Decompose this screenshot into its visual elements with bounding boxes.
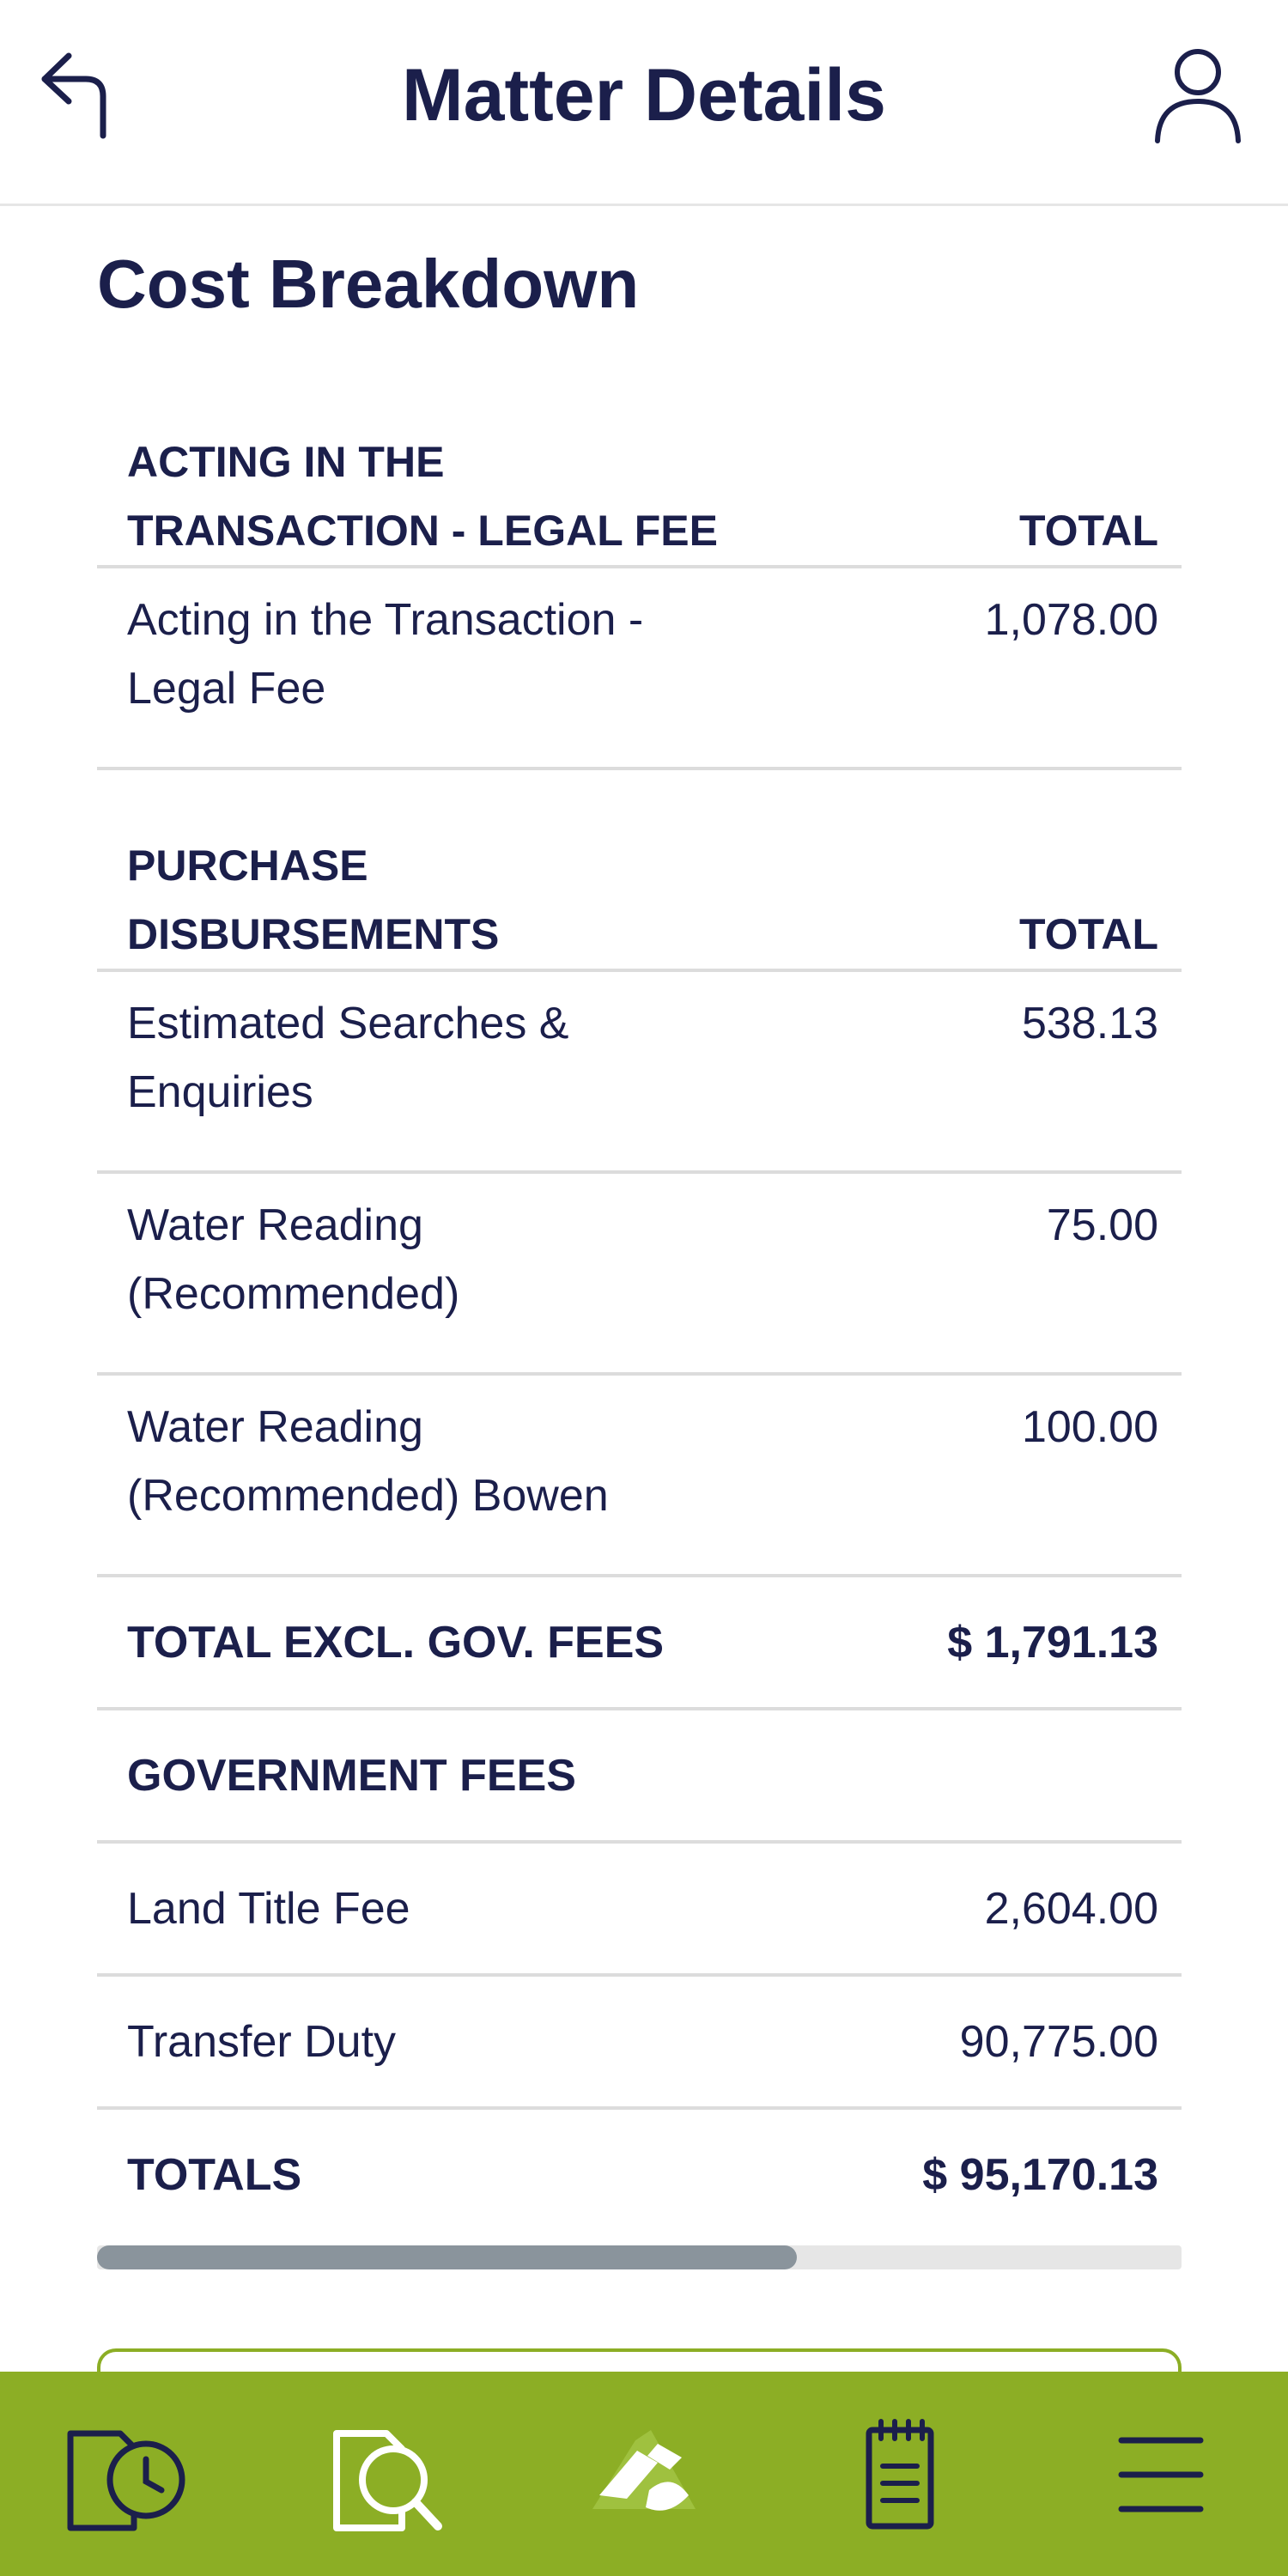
- notepad-icon[interactable]: [833, 2406, 970, 2543]
- row-label: Acting in the Transaction - Legal Fee: [127, 586, 780, 723]
- total-excl-value: $ 1,791.13: [947, 1618, 1158, 1668]
- row-label: Estimated Searches & Enquiries: [127, 989, 780, 1127]
- row-label: Water Reading (Recommended) Bowen: [127, 1393, 780, 1530]
- menu-icon[interactable]: [1091, 2406, 1228, 2543]
- legal-fee-header-row: ACTING IN THE TRANSACTION - LEGAL FEE TO…: [97, 378, 1182, 568]
- row-label-line2: Enquiries: [127, 1067, 313, 1117]
- disbursements-header: PURCHASE DISBURSEMENTS: [127, 831, 780, 969]
- totals-value: $ 95,170.13: [922, 2150, 1158, 2200]
- totals-label: TOTALS: [127, 2150, 302, 2200]
- row-value: 90,775.00: [959, 2017, 1158, 2067]
- row-value: 538.13: [1021, 999, 1158, 1048]
- page-title: Matter Details: [402, 54, 886, 137]
- table-row: Water Reading (Recommended) Bowen 100.00: [97, 1376, 1182, 1577]
- row-label-line1: Water Reading: [127, 1200, 423, 1250]
- legal-fee-header-line1: ACTING IN THE: [127, 438, 445, 486]
- scrollbar-thumb[interactable]: [97, 2245, 797, 2269]
- row-label: Land Title Fee: [127, 1884, 410, 1934]
- government-fees-header-row: GOVERNMENT FEES: [97, 1710, 1182, 1844]
- table-row: Transfer Duty 90,775.00: [97, 1977, 1182, 2110]
- row-value: 75.00: [1046, 1200, 1158, 1250]
- table-row: Water Reading (Recommended) 75.00: [97, 1174, 1182, 1376]
- row-label-line2: (Recommended) Bowen: [127, 1471, 609, 1521]
- row-value: 1,078.00: [984, 595, 1158, 645]
- row-label-line1: Acting in the Transaction -: [127, 595, 644, 645]
- document-clock-icon[interactable]: [52, 2406, 189, 2543]
- legal-fee-header: ACTING IN THE TRANSACTION - LEGAL FEE: [127, 428, 780, 565]
- row-value: 2,604.00: [984, 1884, 1158, 1934]
- document-search-icon[interactable]: [318, 2406, 455, 2543]
- row-label: Transfer Duty: [127, 2017, 397, 2067]
- horizontal-scrollbar[interactable]: [97, 2245, 1182, 2269]
- table-row: Land Title Fee 2,604.00: [97, 1844, 1182, 1977]
- row-label-line2: Legal Fee: [127, 664, 326, 714]
- row-label-line1: Water Reading: [127, 1402, 423, 1452]
- table-row: Estimated Searches & Enquiries 538.13: [97, 972, 1182, 1174]
- cost-breakdown-table: ACTING IN THE TRANSACTION - LEGAL FEE TO…: [97, 378, 1182, 2243]
- legal-fee-header-line2: TRANSACTION - LEGAL FEE: [127, 507, 718, 555]
- app-header: Matter Details: [0, 0, 1288, 206]
- bottom-nav: [0, 2372, 1288, 2576]
- government-fees-header: GOVERNMENT FEES: [127, 1751, 576, 1801]
- app-logo-icon[interactable]: [575, 2406, 713, 2543]
- cost-breakdown-title: Cost Breakdown: [97, 246, 640, 322]
- total-excl-gov-fees-row: TOTAL EXCL. GOV. FEES $ 1,791.13: [97, 1577, 1182, 1710]
- totals-row: TOTALS $ 95,170.13: [97, 2110, 1182, 2243]
- disbursements-total-header: TOTAL: [1018, 910, 1158, 958]
- row-label-line1: Estimated Searches &: [127, 999, 569, 1048]
- total-excl-label: TOTAL EXCL. GOV. FEES: [127, 1618, 665, 1668]
- row-label-line2: (Recommended): [127, 1269, 460, 1319]
- disbursements-header-line2: DISBURSEMENTS: [127, 910, 500, 958]
- table-row: Acting in the Transaction - Legal Fee 1,…: [97, 568, 1182, 770]
- disbursements-header-row: PURCHASE DISBURSEMENTS TOTAL: [97, 770, 1182, 972]
- disbursements-header-line1: PURCHASE: [127, 841, 368, 890]
- row-value: 100.00: [1021, 1402, 1158, 1452]
- row-label: Water Reading (Recommended): [127, 1191, 780, 1328]
- legal-fee-total-header: TOTAL: [1018, 507, 1158, 555]
- user-icon[interactable]: [1151, 45, 1245, 148]
